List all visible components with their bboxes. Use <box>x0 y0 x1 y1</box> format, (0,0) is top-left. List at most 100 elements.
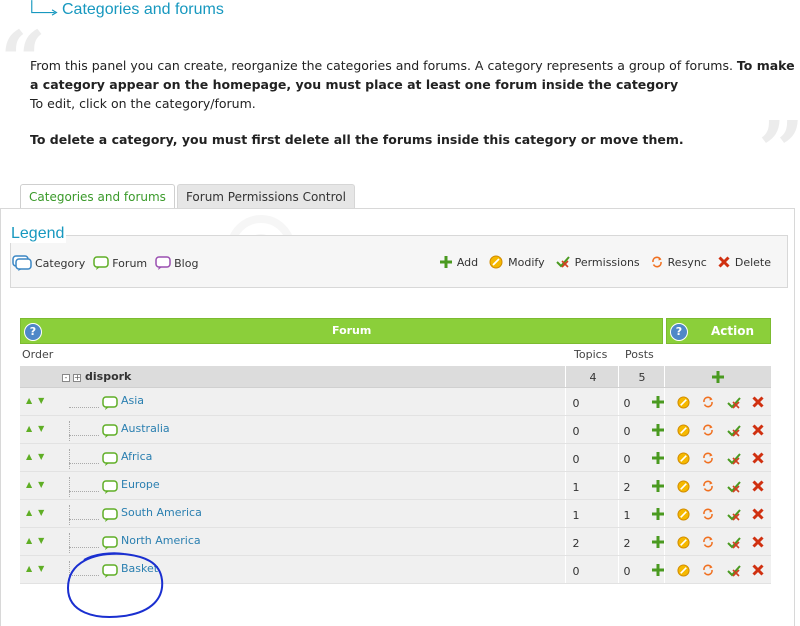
move-down-icon[interactable]: ▼ <box>38 537 44 545</box>
add-icon[interactable] <box>652 396 666 410</box>
move-down-icon[interactable]: ▼ <box>38 481 44 489</box>
permissions-icon[interactable] <box>727 452 741 466</box>
title-arrow-icon <box>31 0 58 16</box>
category-row[interactable]: - + dispork 4 5 <box>20 366 771 388</box>
add-icon[interactable] <box>652 564 666 578</box>
collapse-toggle-icon[interactable]: - <box>62 374 70 382</box>
move-down-icon[interactable]: ▼ <box>38 509 44 517</box>
add-icon[interactable] <box>652 508 666 522</box>
permissions-icon[interactable] <box>727 508 741 522</box>
expand-toggle-icon[interactable]: + <box>73 374 81 382</box>
tree-connector <box>69 421 103 441</box>
legend-forum: Forum <box>93 255 147 271</box>
intro-edit-hint: To edit, click on the category/forum. <box>30 96 256 111</box>
modify-icon[interactable] <box>677 396 691 410</box>
forum-name[interactable]: North America <box>121 534 201 547</box>
delete-icon[interactable] <box>752 536 766 550</box>
forum-name[interactable]: Australia <box>121 422 170 435</box>
action-help-icon[interactable]: ? <box>670 323 688 341</box>
add-icon[interactable] <box>712 371 724 383</box>
modify-icon[interactable] <box>677 452 691 466</box>
forum-name[interactable]: South America <box>121 506 202 519</box>
modify-icon[interactable] <box>677 564 691 578</box>
legend-category: Category <box>12 255 85 271</box>
add-icon[interactable] <box>652 480 666 494</box>
move-up-icon[interactable]: ▲ <box>26 509 32 517</box>
move-down-icon[interactable]: ▼ <box>38 397 44 405</box>
forum-header-label: Forum <box>332 324 372 337</box>
cell-divider <box>618 366 619 387</box>
cell-divider <box>565 366 566 387</box>
action-header-label: Action <box>711 324 755 338</box>
resync-icon[interactable] <box>702 396 716 410</box>
category-name[interactable]: dispork <box>85 370 131 383</box>
modify-icon <box>489 255 503 269</box>
resync-icon[interactable] <box>702 564 716 578</box>
move-up-icon[interactable]: ▲ <box>26 425 32 433</box>
modify-icon[interactable] <box>677 480 691 494</box>
legend-delete-label: Delete <box>734 255 771 269</box>
forum-row[interactable]: ▲ ▼ Africa 0 0 <box>20 444 771 472</box>
modify-icon[interactable] <box>677 424 691 438</box>
delete-icon[interactable] <box>752 564 766 578</box>
blog-icon <box>155 256 171 270</box>
add-icon[interactable] <box>652 424 666 438</box>
tree-line-horizontal <box>69 407 99 408</box>
resync-icon[interactable] <box>702 536 716 550</box>
move-up-icon[interactable]: ▲ <box>26 565 32 573</box>
permissions-icon[interactable] <box>727 564 741 578</box>
resync-icon[interactable] <box>702 424 716 438</box>
move-down-icon[interactable]: ▼ <box>38 453 44 461</box>
forum-name[interactable]: Africa <box>121 450 152 463</box>
modify-icon[interactable] <box>677 508 691 522</box>
move-up-icon[interactable]: ▲ <box>26 453 32 461</box>
col-posts: Posts <box>625 348 654 361</box>
forum-row[interactable]: ▲ ▼ South America 1 1 <box>20 500 771 528</box>
order-arrows: ▲ ▼ <box>26 397 50 405</box>
move-up-icon[interactable]: ▲ <box>26 397 32 405</box>
table-header: ? Forum ? Action <box>20 318 771 344</box>
tree-line-horizontal <box>69 519 99 520</box>
move-down-icon[interactable]: ▼ <box>38 565 44 573</box>
cell-divider <box>664 366 665 387</box>
forum-row[interactable]: ▲ ▼ Asia 0 0 <box>20 388 771 416</box>
hand-drawn-circle-annotation <box>66 552 164 618</box>
forum-icon <box>102 396 118 410</box>
col-topics: Topics <box>574 348 608 361</box>
legend-modify-label: Modify <box>508 255 545 269</box>
legend-resync-label: Resync <box>667 255 707 269</box>
forum-icon <box>102 452 118 466</box>
tab-forum-permissions-control[interactable]: Forum Permissions Control <box>176 184 355 209</box>
forum-posts: 1 <box>623 509 631 522</box>
forum-row[interactable]: ▲ ▼ Australia 0 0 <box>20 416 771 444</box>
add-icon[interactable] <box>652 452 666 466</box>
delete-icon[interactable] <box>752 396 766 410</box>
forum-name[interactable]: Europe <box>121 478 160 491</box>
order-arrows: ▲ ▼ <box>26 481 50 489</box>
move-up-icon[interactable]: ▲ <box>26 481 32 489</box>
delete-icon[interactable] <box>752 452 766 466</box>
permissions-icon[interactable] <box>727 396 741 410</box>
permissions-icon[interactable] <box>727 480 741 494</box>
row-actions <box>652 564 777 578</box>
delete-icon[interactable] <box>752 508 766 522</box>
forum-name[interactable]: Asia <box>121 394 144 407</box>
delete-icon[interactable] <box>752 424 766 438</box>
resync-icon[interactable] <box>702 508 716 522</box>
forum-help-icon[interactable]: ? <box>24 323 42 341</box>
permissions-icon[interactable] <box>727 424 741 438</box>
tab-categories-and-forums[interactable]: Categories and forums <box>20 184 175 209</box>
forum-row[interactable]: ▲ ▼ Europe 1 2 <box>20 472 771 500</box>
delete-icon[interactable] <box>752 480 766 494</box>
add-icon[interactable] <box>652 536 666 550</box>
resync-icon[interactable] <box>702 452 716 466</box>
move-down-icon[interactable]: ▼ <box>38 425 44 433</box>
resync-icon[interactable] <box>702 480 716 494</box>
forum-posts: 0 <box>623 425 631 438</box>
row-actions <box>652 424 777 438</box>
category-icon <box>12 255 32 271</box>
permissions-icon[interactable] <box>727 536 741 550</box>
tree-line-horizontal <box>69 491 99 492</box>
modify-icon[interactable] <box>677 536 691 550</box>
move-up-icon[interactable]: ▲ <box>26 537 32 545</box>
